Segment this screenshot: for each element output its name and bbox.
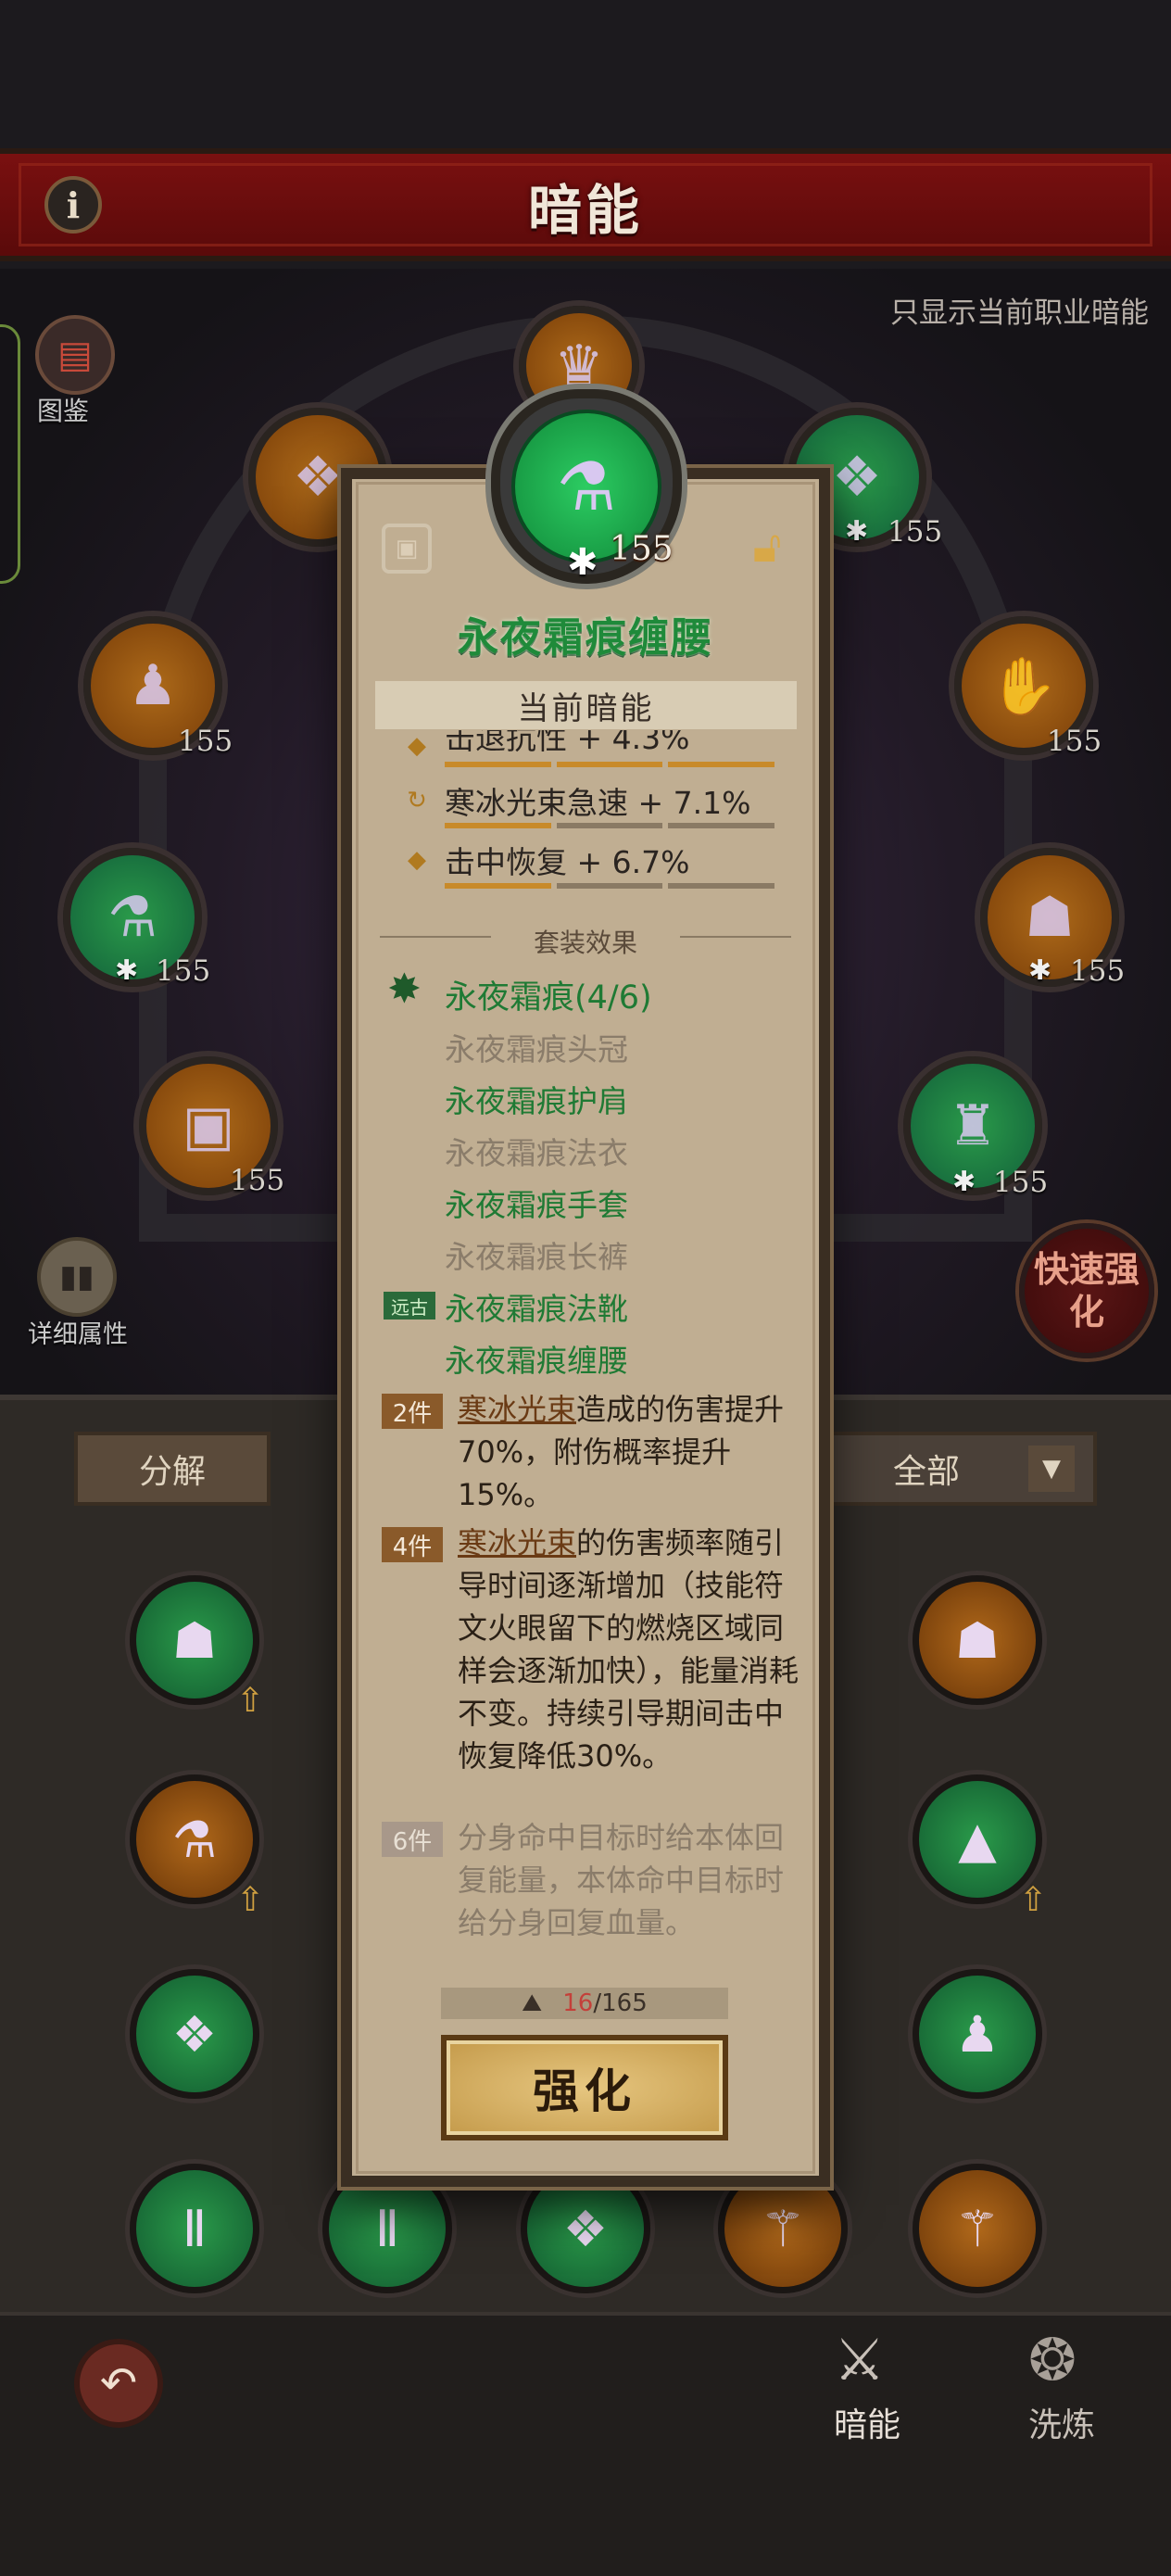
stat-row: ◆ 击退抗性 + 4.3%	[389, 730, 797, 762]
hat-icon: ▲	[958, 1810, 997, 1869]
set-piece: 永夜霜痕法靴	[445, 1291, 628, 1327]
chevron-down-icon[interactable]: ▼	[1028, 1446, 1075, 1492]
star-icon: ✱	[567, 541, 598, 584]
stat-bars	[445, 762, 775, 767]
pants-icon: Ⅱ	[182, 2199, 208, 2258]
stat-text: 击退抗性 + 4.3%	[445, 730, 690, 756]
glove-icon: ✋	[988, 653, 1059, 719]
mask-icon: ☗	[1025, 885, 1075, 950]
shoulder-icon: ❖	[562, 2199, 609, 2258]
tier-desc: 分身命中目标时给本体回复能量，本体命中目标时给分身回复血量。	[458, 1820, 785, 1940]
slot-level: 155	[1047, 725, 1102, 758]
unlock-icon[interactable]: 🔓︎	[741, 519, 793, 575]
set-piece: 永夜霜痕手套	[445, 1187, 628, 1223]
robe-icon: ♟	[954, 2004, 1001, 2064]
material-counter: ⛰ 16 /165	[441, 1988, 728, 2019]
set-piece: 永夜霜痕法衣	[445, 1135, 628, 1171]
compare-icon[interactable]: ▣	[382, 524, 432, 574]
tier-badge: 4件	[382, 1527, 443, 1562]
refine-icon[interactable]: ❂	[1028, 2326, 1077, 2393]
tier-effect: 分身命中目标时给本体回复能量，本体命中目标时给分身回复血量。	[458, 1816, 799, 1944]
upgrade-arrow-icon: ⇧	[1019, 1881, 1048, 1919]
tier-effect: 寒冰光束的伤害频率随引导时间逐渐增加（技能符文火眼留下的燃烧区域同样会逐渐加快）…	[458, 1522, 799, 1777]
class-filter-hint[interactable]: 只显示当前职业暗能	[890, 289, 1149, 331]
armor-icon: ♟	[128, 653, 178, 718]
slot-level: 155	[230, 1164, 285, 1197]
quick-enhance-button[interactable]: 快速强化	[1019, 1223, 1154, 1358]
tier-badge: 2件	[382, 1394, 443, 1429]
page-title: 暗能	[527, 179, 643, 242]
inventory-item[interactable]: Ⅱ	[130, 2164, 259, 2293]
set-piece: 永夜霜痕头冠	[445, 1031, 628, 1067]
star-icon: ✱	[115, 954, 139, 987]
dark-energy-icon[interactable]: ⚔	[834, 2326, 886, 2393]
set-effect-header: 套装效果	[533, 928, 637, 958]
stat-row: ◆ 击中恢复 + 6.7%	[389, 836, 797, 884]
inventory-item[interactable]: ❖	[130, 1969, 259, 2099]
slot-level: 155	[888, 515, 943, 549]
hood-icon: ☗	[171, 1610, 218, 1670]
slot-level: 155	[1070, 954, 1126, 988]
atlas-label[interactable]: 图鉴	[37, 391, 89, 428]
set-piece: 永夜霜痕长裤	[445, 1239, 628, 1275]
material-need: /165	[593, 1989, 648, 2017]
item-name: 永夜霜痕缠腰	[458, 614, 713, 662]
shoulder-icon: ❖	[293, 445, 343, 510]
stat-row: ↻ 寒冰光束急速 + 7.1%	[389, 777, 797, 825]
set-title: 永夜霜痕(4/6)	[445, 979, 652, 1017]
stat-text: 寒冰光束急速 + 7.1%	[445, 785, 751, 821]
hood-icon: ☗	[954, 1610, 1001, 1670]
belt-icon: ⚗	[107, 885, 157, 950]
inventory-item[interactable]: ☗	[913, 1575, 1042, 1705]
tier-desc: 的伤害频率随引导时间逐渐增加（技能符文火眼留下的燃烧区域同样会逐渐加快），能量消…	[458, 1525, 800, 1774]
slot-level: 155	[993, 1166, 1049, 1199]
slot-level: 155	[156, 954, 211, 988]
stat-bars	[445, 823, 775, 828]
diamond-icon: ◆	[408, 732, 426, 760]
upgrade-arrow-icon: ⇧	[236, 1682, 265, 1720]
swirl-icon: ↻	[407, 787, 427, 814]
material-have: 16	[562, 1989, 594, 2017]
shoulder-icon: ❖	[171, 2004, 218, 2064]
ancient-badge: 远古	[384, 1292, 435, 1320]
section-current-energy: 当前暗能	[375, 681, 797, 729]
star-icon: ✱	[952, 1166, 976, 1198]
staff-icon: ⚚	[954, 2199, 1001, 2258]
staff-icon: ⚚	[760, 2199, 806, 2258]
set-piece: 永夜霜痕缠腰	[445, 1343, 628, 1379]
inventory-item[interactable]: ⚚	[913, 2164, 1042, 2293]
stat-bars	[445, 883, 775, 889]
ore-icon: ⛰	[522, 1989, 543, 2017]
nav-dark-energy[interactable]: 暗能	[834, 2398, 900, 2446]
pants-icon: Ⅱ	[374, 2199, 400, 2258]
slot-level: 155	[178, 725, 233, 758]
tier-effect: 寒冰光束造成的伤害提升70%，附伤概率提升15%。	[458, 1388, 799, 1516]
atlas-book-icon[interactable]: ▤	[35, 315, 115, 395]
set-leaf-icon: ✸	[387, 966, 422, 1013]
boots-icon: ♜	[948, 1093, 998, 1158]
decompose-button[interactable]: 分解	[74, 1432, 271, 1506]
detail-stats-label[interactable]: 详细属性	[28, 1314, 128, 1350]
set-piece: 永夜霜痕护肩	[445, 1083, 628, 1119]
bottom-nav-bar	[0, 2312, 1171, 2576]
detail-stats-icon[interactable]: ▮▮	[37, 1237, 117, 1317]
belt-icon: ⚗	[171, 1810, 218, 1869]
shoulder-icon: ❖	[832, 445, 882, 510]
inventory-item[interactable]: ♟	[913, 1969, 1042, 2099]
info-button[interactable]: i	[44, 176, 102, 234]
diamond-icon: ◆	[408, 846, 426, 874]
back-arrow-icon[interactable]: ↶	[74, 2339, 163, 2428]
stat-text: 击中恢复 + 6.7%	[445, 844, 690, 880]
left-side-rail	[0, 324, 20, 584]
tier-badge: 6件	[382, 1822, 443, 1857]
star-icon: ✱	[1028, 954, 1052, 987]
upgrade-arrow-icon: ⇧	[236, 1881, 265, 1919]
enhance-button[interactable]: 强化	[441, 2035, 728, 2140]
nav-refine[interactable]: 洗炼	[1028, 2398, 1095, 2446]
skill-link[interactable]: 寒冰光束	[458, 1392, 576, 1427]
pants-icon: ▣	[182, 1093, 235, 1158]
skill-link[interactable]: 寒冰光束	[458, 1525, 576, 1560]
star-icon: ✱	[845, 515, 869, 548]
item-level: 155	[610, 530, 674, 568]
